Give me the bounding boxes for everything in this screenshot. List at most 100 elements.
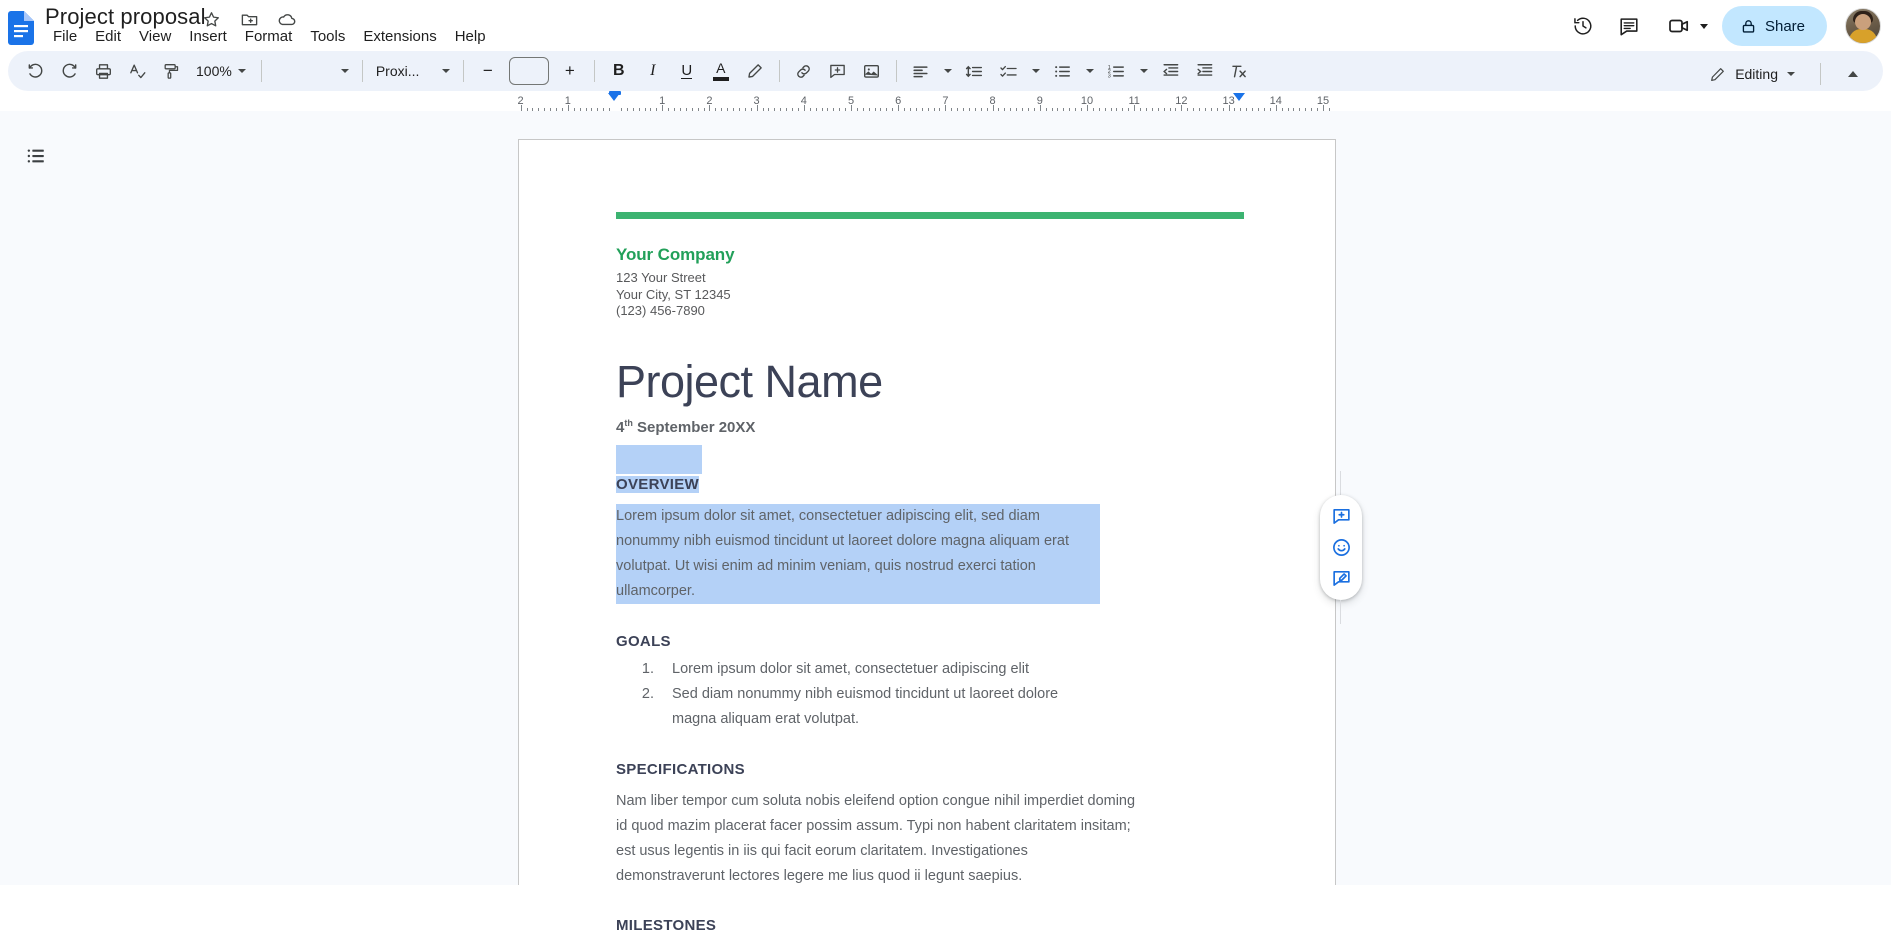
section-milestones: MILESTONES <box>616 917 1244 935</box>
avatar-face <box>1855 14 1871 30</box>
company-name: Your Company <box>616 245 735 264</box>
project-title: Project Name <box>616 355 883 407</box>
print-icon[interactable] <box>89 57 117 85</box>
link-icon[interactable] <box>790 57 818 85</box>
chevron-up-icon <box>1848 71 1858 77</box>
document-outline-icon[interactable] <box>16 136 56 176</box>
underline-button[interactable]: U <box>673 57 701 85</box>
avatar[interactable] <box>1845 8 1881 44</box>
spell-check-icon[interactable] <box>123 57 151 85</box>
text-color-swatch <box>712 76 729 81</box>
emoji-reaction-icon[interactable] <box>1326 533 1356 563</box>
toolbar-divider <box>361 60 363 82</box>
underline-label: U <box>681 62 693 79</box>
selection-blank-line <box>616 444 702 474</box>
text-color-button[interactable]: A <box>707 57 735 85</box>
bold-button[interactable]: B <box>605 57 633 85</box>
left-rail <box>0 111 76 885</box>
checklist-icon[interactable] <box>995 57 1023 85</box>
editing-mode-label: Editing <box>1735 66 1778 82</box>
redo-icon[interactable] <box>55 57 83 85</box>
editing-mode-selector[interactable]: Editing <box>1699 60 1805 88</box>
add-comment-icon[interactable] <box>824 57 852 85</box>
zoom-selector[interactable]: 100% <box>188 57 254 85</box>
bulleted-list-icon[interactable] <box>1049 57 1077 85</box>
font-size-input[interactable] <box>508 57 549 85</box>
menu-tools[interactable]: Tools <box>301 26 354 47</box>
formatting-toolbar: 100% Proxi... − + B I U A 1 2 3 Editing <box>8 51 1883 91</box>
checklist-dropdown-icon[interactable] <box>1029 57 1043 85</box>
version-history-icon[interactable] <box>1563 6 1603 46</box>
menu-edit[interactable]: Edit <box>86 26 130 47</box>
section-heading-goals: GOALS <box>616 632 671 650</box>
add-comment-icon[interactable] <box>1326 502 1356 532</box>
menu-view[interactable]: View <box>130 26 180 47</box>
decrease-font-size-button[interactable]: − <box>474 57 502 85</box>
chevron-down-icon <box>1787 72 1795 76</box>
highlighter-icon[interactable] <box>741 57 769 85</box>
docs-logo-icon[interactable] <box>8 11 34 45</box>
page-content: Your Company 123 Your Street Your City, … <box>616 212 1244 935</box>
chevron-down-icon <box>1085 69 1094 73</box>
collapse-toolbar-button[interactable] <box>1839 60 1867 88</box>
increase-font-size-button[interactable]: + <box>556 57 584 85</box>
bulleted-list-dropdown-icon[interactable] <box>1083 57 1097 85</box>
top-bar: Project proposal File Edit View Insert F… <box>0 0 1891 48</box>
section-specifications: SPECIFICATIONS Nam liber tempor cum solu… <box>616 761 1244 889</box>
italic-button[interactable]: I <box>639 57 667 85</box>
align-left-icon[interactable] <box>907 57 935 85</box>
toolbar-divider <box>778 60 780 82</box>
numbered-list-icon[interactable]: 1 2 3 <box>1103 57 1131 85</box>
chevron-down-icon <box>1139 69 1148 73</box>
share-button[interactable]: Share <box>1721 6 1827 46</box>
font-family-selector[interactable]: Proxi... <box>370 57 456 85</box>
meet-call-button[interactable] <box>1655 6 1712 46</box>
undo-icon[interactable] <box>21 57 49 85</box>
paint-format-icon[interactable] <box>157 57 185 85</box>
image-icon[interactable] <box>858 57 886 85</box>
share-label: Share <box>1764 17 1805 35</box>
numbered-list-dropdown-icon[interactable] <box>1137 57 1151 85</box>
meet-camera-icon[interactable] <box>1659 6 1699 46</box>
menu-help[interactable]: Help <box>446 26 495 47</box>
address-line-2: Your City, ST 12345 <box>616 286 731 302</box>
first-line-indent-marker[interactable] <box>609 91 621 95</box>
section-heading-specifications: SPECIFICATIONS <box>616 760 745 778</box>
menu-bar: File Edit View Insert Format Tools Exten… <box>44 26 495 47</box>
side-pill-connector-top <box>1340 471 1341 495</box>
zoom-value: 100% <box>196 63 232 79</box>
clear-formatting-icon[interactable] <box>1225 57 1253 85</box>
address-line-3: (123) 456-7890 <box>616 303 705 318</box>
text-color-label: A <box>716 59 726 76</box>
document-canvas: Your Company 123 Your Street Your City, … <box>0 111 1891 934</box>
meet-chevron-down-icon[interactable] <box>1699 23 1708 29</box>
ruler-bar: 2 1 1 2 3 4 5 6 7 8 9 10 11 12 13 14 15 <box>0 91 1891 111</box>
menu-insert[interactable]: Insert <box>180 26 236 47</box>
chevron-down-icon <box>1031 69 1040 73</box>
goals-list: Lorem ipsum dolor sit amet, consectetuer… <box>616 657 1244 732</box>
section-goals: GOALS Lorem ipsum dolor sit amet, consec… <box>616 633 1244 732</box>
menu-format[interactable]: Format <box>236 26 302 47</box>
toolbar-divider <box>260 60 262 82</box>
chevron-down-icon <box>340 69 349 73</box>
chevron-down-icon <box>237 69 246 73</box>
right-indent-marker[interactable] <box>1233 93 1245 101</box>
line-spacing-icon[interactable] <box>961 57 989 85</box>
project-date: 4th September 20XX <box>616 418 1244 436</box>
ruler[interactable]: 2 1 1 2 3 4 5 6 7 8 9 10 11 12 13 14 15 <box>518 91 1336 111</box>
menu-file[interactable]: File <box>44 26 86 47</box>
menu-extensions[interactable]: Extensions <box>354 26 445 47</box>
paragraph-style-selector[interactable] <box>269 57 355 85</box>
comment-history-icon[interactable] <box>1609 6 1649 46</box>
chevron-down-icon <box>441 69 450 73</box>
pencil-icon <box>1709 66 1726 83</box>
increase-indent-icon[interactable] <box>1191 57 1219 85</box>
list-item: Lorem ipsum dolor sit amet, consectetuer… <box>658 657 1244 682</box>
header-accent-bar <box>616 212 1244 219</box>
document-page[interactable]: Your Company 123 Your Street Your City, … <box>518 139 1336 934</box>
suggest-edit-icon[interactable] <box>1326 564 1356 594</box>
top-right-actions: Share <box>1563 6 1881 46</box>
align-dropdown-icon[interactable] <box>941 57 955 85</box>
side-action-pill <box>1320 495 1362 600</box>
decrease-indent-icon[interactable] <box>1157 57 1185 85</box>
